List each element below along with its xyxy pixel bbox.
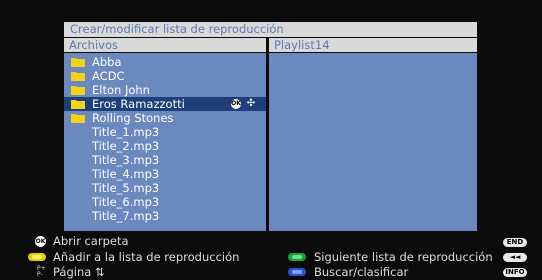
- folder-icon: [71, 114, 85, 123]
- list-item-folder-acdc[interactable]: ACDC: [64, 69, 266, 83]
- list-item-file[interactable]: Title_5.mp3: [64, 181, 266, 195]
- yellow-button-icon: [28, 253, 46, 261]
- folder-icon: [71, 58, 85, 67]
- list-item-label: Eros Ramazzotti: [92, 97, 185, 111]
- folder-icon: [71, 72, 85, 81]
- screen: Crear/modificar lista de reproducción Ar…: [0, 0, 542, 280]
- open-folder-hint: Abrir carpeta: [53, 234, 129, 248]
- blue-button-icon: [288, 268, 306, 276]
- rewind-key-badge: ◄◄: [503, 253, 527, 262]
- files-list[interactable]: Abba ACDC Elton John Eros Ramazzotti OK …: [64, 53, 266, 231]
- files-column-header: Archivos: [64, 38, 266, 52]
- list-item-label: Elton John: [92, 83, 150, 97]
- info-key-badge: INFO: [503, 268, 527, 277]
- list-item-file[interactable]: Title_6.mp3: [64, 195, 266, 209]
- folder-icon: [71, 100, 85, 109]
- search-sort-hint: Buscar/clasificar: [314, 265, 409, 279]
- list-item-label: Title_4.mp3: [92, 167, 160, 181]
- page-hint: Página ⇅: [53, 265, 105, 279]
- move-arrows-icon: ✣: [246, 98, 256, 109]
- list-item-label: Title_6.mp3: [92, 195, 160, 209]
- list-item-file[interactable]: Title_4.mp3: [64, 167, 266, 181]
- list-item-file[interactable]: Title_2.mp3: [64, 139, 266, 153]
- playlist-column-header: Playlist14: [269, 38, 477, 52]
- list-item-file[interactable]: Title_7.mp3: [64, 209, 266, 223]
- list-item-label: Title_7.mp3: [92, 209, 160, 223]
- list-item-label: ACDC: [92, 69, 125, 83]
- playlist-list[interactable]: [269, 53, 477, 231]
- folder-icon: [71, 86, 85, 95]
- list-item-folder-elton-john[interactable]: Elton John: [64, 83, 266, 97]
- list-item-folder-rolling-stones[interactable]: Rolling Stones: [64, 111, 266, 125]
- green-button-icon: [288, 253, 306, 261]
- list-item-label: Title_5.mp3: [92, 181, 160, 195]
- list-item-label: Title_3.mp3: [92, 153, 160, 167]
- page-updown-icon: P+ P-: [37, 265, 46, 278]
- ok-icon: OK: [231, 99, 241, 109]
- list-item-file[interactable]: Title_1.mp3: [64, 125, 266, 139]
- next-playlist-hint: Siguiente lista de reproducción: [314, 250, 493, 264]
- add-to-playlist-hint: Añadir a la lista de reproducción: [53, 250, 240, 264]
- panel-title: Crear/modificar lista de reproducción: [64, 22, 477, 37]
- list-item-file[interactable]: Title_3.mp3: [64, 153, 266, 167]
- ok-icon: OK: [35, 236, 46, 247]
- list-item-label: Rolling Stones: [92, 111, 174, 125]
- list-item-folder-eros-ramazzotti[interactable]: Eros Ramazzotti OK ✣: [64, 97, 266, 111]
- list-item-folder-abba[interactable]: Abba: [64, 55, 266, 69]
- list-item-label: Title_1.mp3: [92, 125, 160, 139]
- end-key-badge: END: [503, 238, 527, 247]
- list-item-label: Abba: [92, 55, 122, 69]
- list-item-label: Title_2.mp3: [92, 139, 160, 153]
